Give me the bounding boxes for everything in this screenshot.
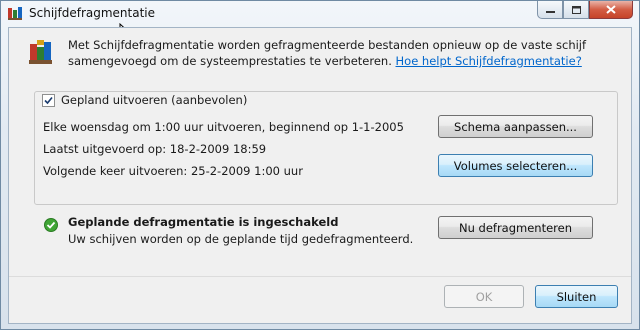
window-title: Schijfdefragmentatie — [29, 6, 155, 20]
schedule-checkbox-label: Gepland uitvoeren (aanbevolen) — [61, 93, 248, 107]
minimize-button[interactable] — [537, 1, 563, 19]
next-run-text: Volgende keer uitvoeren: 25-2-2009 1:00 … — [43, 164, 303, 178]
close-button[interactable] — [589, 1, 633, 19]
close-icon — [606, 5, 616, 14]
defrag-now-label: Nu defragmenteren — [458, 220, 573, 235]
schedule-frequency: Elke woensdag om 1:00 uur uitvoeren, beg… — [43, 120, 404, 134]
checkmark-icon — [44, 96, 53, 104]
select-volumes-button[interactable]: Volumes selecteren... — [438, 154, 593, 177]
select-volumes-label: Volumes selecteren... — [453, 158, 578, 173]
dialog-window: Schijfdefragmentatie Met Schijfdefragmen… — [0, 0, 640, 330]
close-dialog-label: Sluiten — [556, 289, 597, 304]
defrag-header-icon — [29, 40, 52, 64]
modify-schedule-button[interactable]: Schema aanpassen... — [438, 115, 593, 138]
ok-button[interactable]: OK — [444, 285, 524, 308]
title-bar[interactable]: Schijfdefragmentatie — [1, 1, 639, 25]
defrag-now-button[interactable]: Nu defragmenteren — [438, 216, 593, 239]
dialog-body: Met Schijfdefragmentatie worden gefragme… — [8, 27, 632, 324]
status-subtitle: Uw schijven worden op de geplande tijd g… — [68, 232, 414, 246]
check-circle-icon — [44, 218, 58, 232]
help-link[interactable]: Hoe helpt Schijfdefragmentatie? — [396, 54, 582, 68]
schedule-checkbox-row[interactable]: Gepland uitvoeren (aanbevolen) — [42, 93, 252, 107]
schedule-checkbox[interactable] — [42, 93, 55, 107]
close-dialog-button[interactable]: Sluiten — [535, 285, 618, 308]
minimize-icon — [545, 10, 555, 13]
maximize-icon — [571, 5, 581, 14]
intro-text: Met Schijfdefragmentatie worden gefragme… — [68, 37, 618, 69]
defrag-app-icon — [8, 7, 22, 20]
ok-label: OK — [475, 289, 493, 304]
last-run-text: Laatst uitgevoerd op: 18-2-2009 18:59 — [43, 142, 267, 156]
maximize-button[interactable] — [563, 1, 589, 19]
modify-schedule-label: Schema aanpassen... — [454, 119, 577, 134]
status-title: Geplande defragmentatie is ingeschakeld — [68, 215, 339, 229]
